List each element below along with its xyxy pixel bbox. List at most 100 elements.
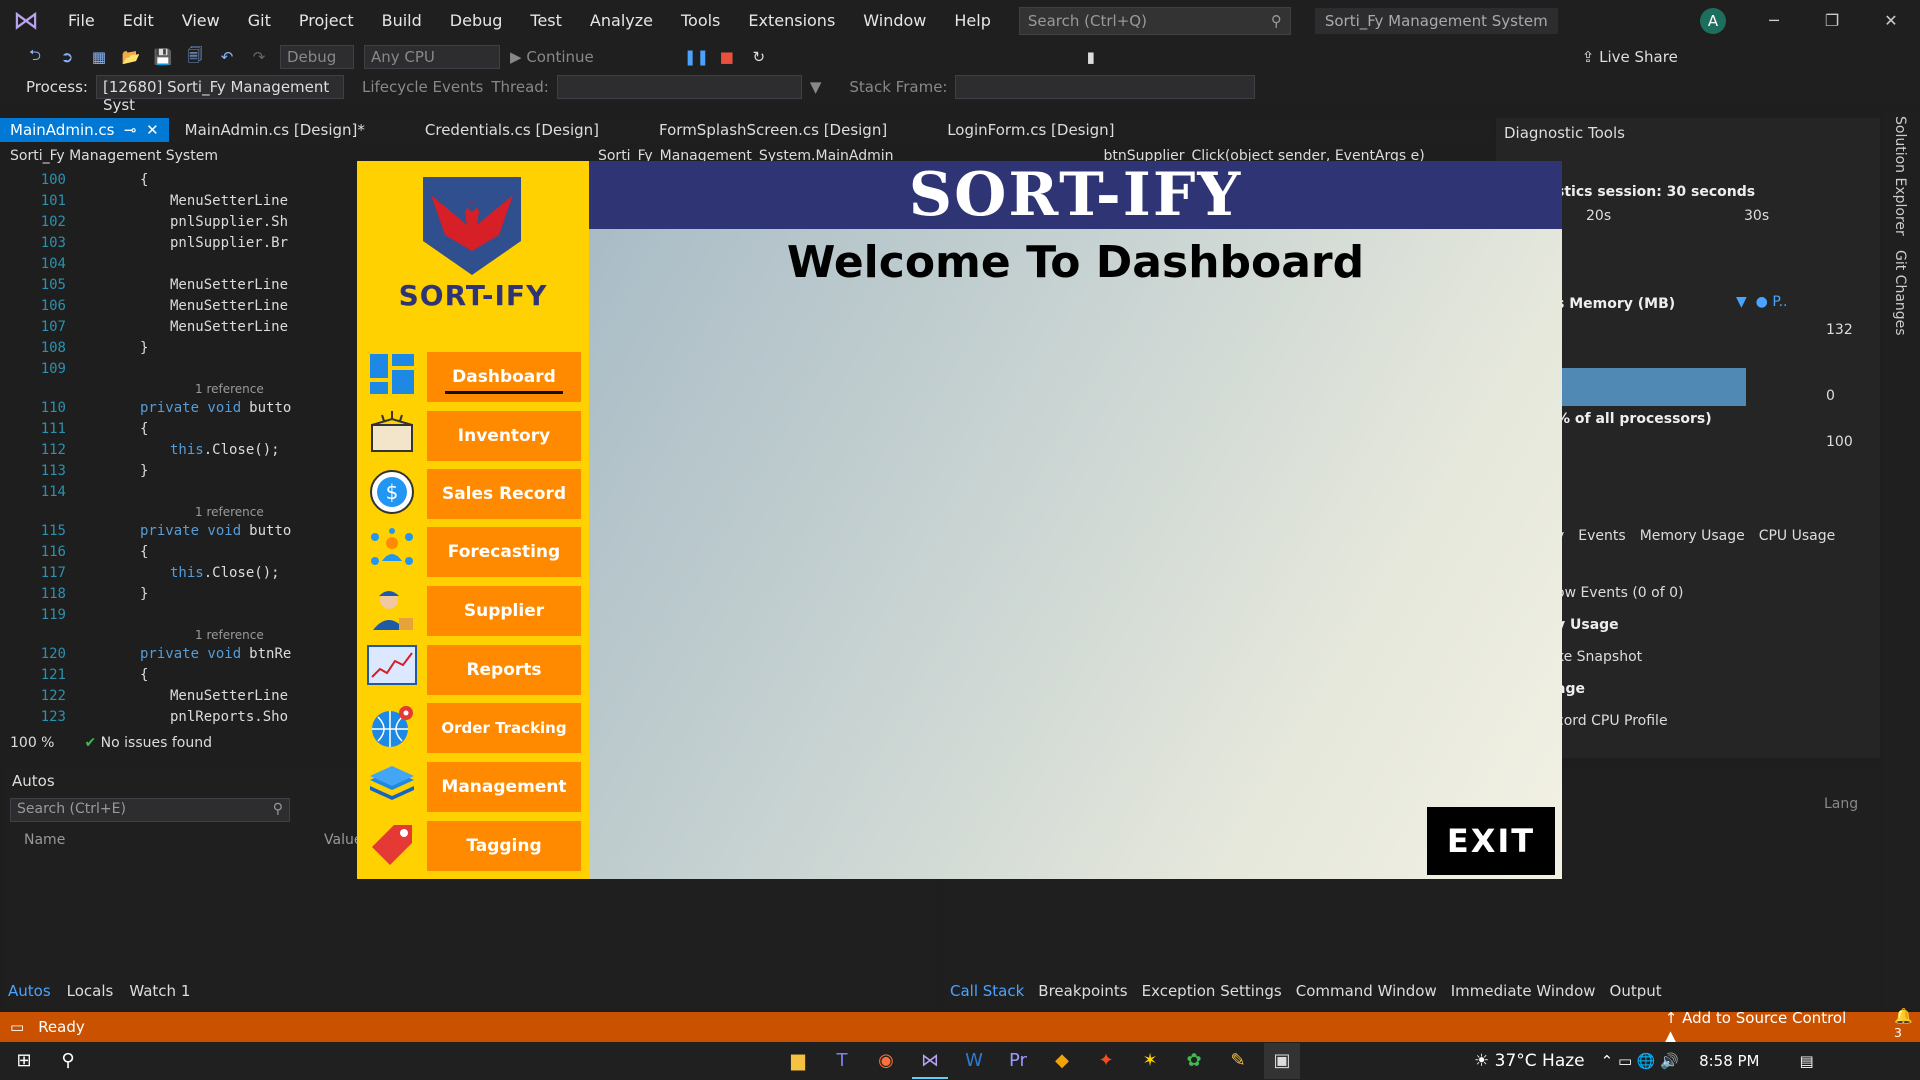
minimize-icon[interactable]: ─ bbox=[1745, 0, 1803, 42]
back-icon[interactable]: ⮌ bbox=[24, 45, 46, 70]
nav-tagging-button[interactable]: Tagging bbox=[427, 821, 581, 871]
config-dropdown[interactable]: Debug bbox=[280, 45, 354, 69]
teams-icon[interactable]: T bbox=[824, 1043, 860, 1079]
tab-locals[interactable]: Locals bbox=[67, 982, 114, 1000]
menu-tools[interactable]: Tools bbox=[667, 0, 734, 42]
autos-search-input[interactable]: Search (Ctrl+E) ⚲ bbox=[10, 798, 290, 822]
lifecycle-events-button[interactable]: Lifecycle Events bbox=[362, 78, 483, 96]
nav-reports-button[interactable]: Reports bbox=[427, 645, 581, 695]
search-icon[interactable]: ⚲ bbox=[50, 1043, 86, 1079]
menu-extensions[interactable]: Extensions bbox=[734, 0, 849, 42]
tab-watch1[interactable]: Watch 1 bbox=[129, 982, 190, 1000]
nav-sales-record-button[interactable]: Sales Record bbox=[427, 469, 581, 519]
nav-forecasting-button[interactable]: Forecasting bbox=[427, 527, 581, 577]
filter-icon[interactable]: ▼ bbox=[810, 78, 822, 96]
tab-exception-settings[interactable]: Exception Settings bbox=[1142, 982, 1282, 1000]
firefox-icon[interactable]: ◉ bbox=[868, 1043, 904, 1079]
tray-icons[interactable]: ⌃ ▭ 🌐 🔊 bbox=[1601, 1052, 1679, 1070]
nav-inventory-button[interactable]: Inventory bbox=[427, 411, 581, 461]
pause-icon[interactable]: ❚❚ bbox=[684, 48, 709, 66]
tab-splash-design[interactable]: FormSplashScreen.cs [Design] bbox=[649, 118, 897, 142]
tab-mainadmin-design[interactable]: MainAdmin.cs [Design]* bbox=[175, 118, 375, 142]
figma-icon[interactable]: ✦ bbox=[1088, 1043, 1124, 1079]
zoom-dropdown[interactable]: 100 % bbox=[10, 735, 54, 755]
menu-debug[interactable]: Debug bbox=[436, 0, 517, 42]
platform-dropdown[interactable]: Any CPU bbox=[364, 45, 500, 69]
git-changes-tab[interactable]: Git Changes bbox=[1892, 250, 1908, 336]
active-underline bbox=[445, 391, 563, 394]
diag-tab-cpu[interactable]: CPU Usage bbox=[1759, 528, 1836, 544]
file-explorer-icon[interactable]: ▆ bbox=[780, 1043, 816, 1079]
diag-row-record-cpu[interactable]: cord CPU Profile bbox=[1556, 713, 1668, 729]
tab-credentials-design[interactable]: Credentials.cs [Design] bbox=[415, 118, 609, 142]
weather-widget[interactable]: ☀ 37°C Haze bbox=[1474, 1051, 1585, 1071]
app-icon-3[interactable]: ✿ bbox=[1176, 1043, 1212, 1079]
notification-center-icon[interactable]: ▤ bbox=[1800, 1052, 1814, 1070]
forward-icon[interactable]: ➲ bbox=[56, 48, 78, 66]
nav-management-button[interactable]: Management bbox=[427, 762, 581, 812]
solution-explorer-tab[interactable]: Solution Explorer bbox=[1892, 116, 1908, 236]
thread-dropdown[interactable] bbox=[556, 75, 802, 99]
menu-file[interactable]: File bbox=[54, 0, 109, 42]
notifications-icon[interactable]: 🔔3 bbox=[1894, 1007, 1920, 1047]
menu-build[interactable]: Build bbox=[368, 0, 436, 42]
menu-test[interactable]: Test bbox=[516, 0, 576, 42]
menu-window[interactable]: Window bbox=[849, 0, 940, 42]
stop-icon[interactable]: ■ bbox=[716, 48, 738, 66]
stack-frame-dropdown[interactable] bbox=[955, 75, 1256, 99]
code-editor[interactable]: 100{101 MenuSetterLine 102 pnlSupplier.Sh 10… bbox=[30, 170, 360, 732]
diag-row-events[interactable]: ow Events (0 of 0) bbox=[1556, 585, 1683, 601]
tab-call-stack[interactable]: Call Stack bbox=[950, 982, 1024, 1000]
running-app-icon[interactable]: ▣ bbox=[1264, 1043, 1300, 1079]
app-icon-4[interactable]: ✎ bbox=[1220, 1043, 1256, 1079]
exit-button[interactable]: EXIT bbox=[1427, 807, 1555, 875]
project-dropdown[interactable]: Sorti_Fy Management System bbox=[10, 148, 218, 168]
process-dropdown[interactable]: [12680] Sorti_Fy Management Syst bbox=[95, 75, 344, 114]
app-icon-1[interactable]: ◆ bbox=[1044, 1043, 1080, 1079]
save-all-icon[interactable]: 🗐 bbox=[184, 45, 206, 70]
live-share-button[interactable]: ⇪ Live Share bbox=[1582, 48, 1678, 66]
diag-tab-memory[interactable]: Memory Usage bbox=[1640, 528, 1745, 544]
word-icon[interactable]: W bbox=[956, 1043, 992, 1079]
nav-order-tracking-button[interactable]: Order Tracking bbox=[427, 703, 581, 753]
new-item-icon[interactable]: ▦ bbox=[88, 48, 110, 66]
open-icon[interactable]: 📂 bbox=[120, 48, 142, 66]
nav-supplier-button[interactable]: Supplier bbox=[427, 586, 581, 636]
bookmark-icon[interactable]: ▮ bbox=[1080, 48, 1102, 66]
windows-start-icon[interactable]: ⊞ bbox=[6, 1043, 42, 1079]
code-reference-count[interactable]: 1 reference bbox=[30, 626, 360, 644]
ide-search-input[interactable]: Search (Ctrl+Q) ⚲ bbox=[1018, 7, 1291, 35]
continue-button[interactable]: ▶ Continue bbox=[510, 48, 594, 66]
tab-breakpoints[interactable]: Breakpoints bbox=[1038, 982, 1127, 1000]
menu-view[interactable]: View bbox=[168, 0, 234, 42]
code-reference-count[interactable]: 1 reference bbox=[30, 380, 360, 398]
undo-icon[interactable]: ↶ bbox=[216, 48, 238, 66]
code-reference-count[interactable]: 1 reference bbox=[30, 503, 360, 521]
account-avatar[interactable]: A bbox=[1700, 8, 1726, 34]
clock[interactable]: 8:58 PM bbox=[1699, 1052, 1759, 1070]
redo-icon[interactable]: ↷ bbox=[248, 48, 270, 66]
premiere-icon[interactable]: Pr bbox=[1000, 1043, 1036, 1079]
visual-studio-icon[interactable]: ⋈ bbox=[912, 1043, 948, 1079]
nav-dashboard-button[interactable]: Dashboard bbox=[427, 352, 581, 402]
menu-analyze[interactable]: Analyze bbox=[576, 0, 667, 42]
restore-icon[interactable]: ❐ bbox=[1803, 0, 1861, 42]
save-icon[interactable]: 💾 bbox=[152, 48, 174, 66]
tab-mainadmin-cs[interactable]: MainAdmin.cs ⊸ ✕ bbox=[0, 118, 169, 142]
tab-output[interactable]: Output bbox=[1610, 982, 1662, 1000]
menu-edit[interactable]: Edit bbox=[109, 0, 168, 42]
restart-icon[interactable]: ↻ bbox=[748, 48, 770, 66]
tab-command-window[interactable]: Command Window bbox=[1296, 982, 1437, 1000]
menu-project[interactable]: Project bbox=[285, 0, 368, 42]
diag-row-take-snapshot[interactable]: ke Snapshot bbox=[1556, 649, 1642, 665]
close-window-icon[interactable]: ✕ bbox=[1862, 0, 1920, 42]
visual-studio-logo-icon[interactable]: ⋈ bbox=[12, 7, 40, 35]
app-icon-2[interactable]: ✶ bbox=[1132, 1043, 1168, 1079]
add-to-source-control-button[interactable]: ↑ Add to Source Control ▲ bbox=[1665, 1009, 1858, 1045]
tab-loginform-design[interactable]: LoginForm.cs [Design] bbox=[937, 118, 1124, 142]
diag-tab-events[interactable]: Events bbox=[1578, 528, 1625, 544]
menu-git[interactable]: Git bbox=[234, 0, 285, 42]
menu-help[interactable]: Help bbox=[940, 0, 1004, 42]
tab-autos[interactable]: Autos bbox=[8, 982, 51, 1000]
tab-immediate-window[interactable]: Immediate Window bbox=[1451, 982, 1596, 1000]
